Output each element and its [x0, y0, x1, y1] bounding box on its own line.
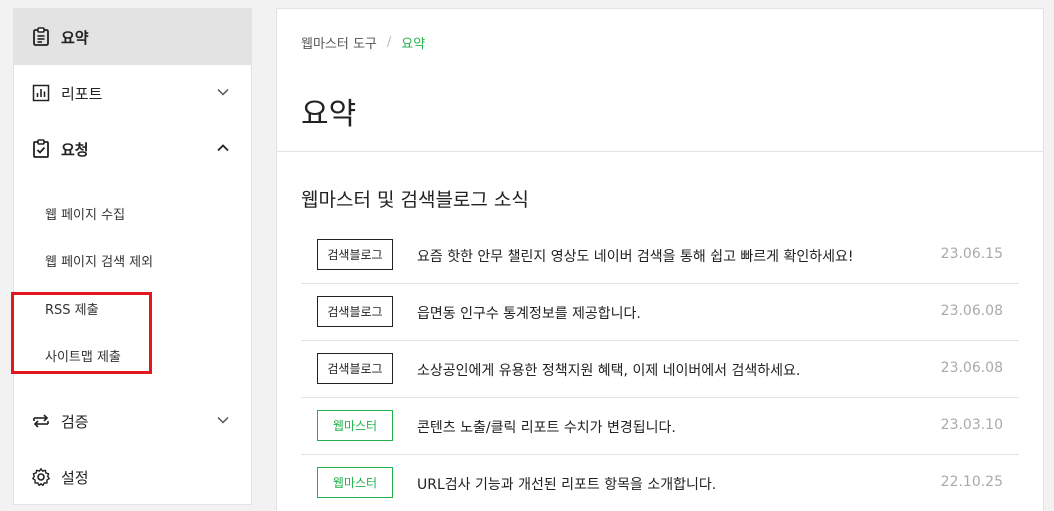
category-badge: 검색블로그 [317, 296, 393, 327]
clipboard-check-icon [31, 139, 51, 159]
sidebar-item-label: 검증 [61, 412, 89, 431]
news-title-link[interactable]: 소상공인에게 유용한 정책지원 혜택, 이제 네이버에서 검색하세요. [417, 360, 800, 380]
sidebar-item-label: 요약 [61, 28, 89, 47]
clipboard-icon [31, 27, 51, 47]
breadcrumb: 웹마스터 도구 / 요약 [301, 33, 425, 52]
news-title-link[interactable]: 콘텐츠 노출/클릭 리포트 수치가 변경됩니다. [417, 417, 676, 437]
category-badge: 웹마스터 [317, 410, 393, 441]
category-badge: 웹마스터 [317, 467, 393, 498]
sidebar-subitem-sitemap-submit[interactable]: 사이트맵 제출 [14, 332, 251, 378]
news-title-link[interactable]: 읍면동 인구수 통계정보를 제공합니다. [417, 303, 641, 323]
chevron-down-icon[interactable] [215, 84, 231, 100]
breadcrumb-separator: / [386, 35, 392, 50]
sidebar-item-request[interactable]: 요청 [14, 121, 251, 177]
divider [277, 151, 1043, 152]
section-title: 웹마스터 및 검색블로그 소식 [301, 189, 529, 211]
news-list: 검색블로그 요즘 핫한 안무 챌린지 영상도 네이버 검색을 통해 쉽고 빠르게… [301, 227, 1019, 511]
sidebar-subitem-rss-submit[interactable]: RSS 제출 [14, 285, 251, 331]
list-item[interactable]: 검색블로그 소상공인에게 유용한 정책지원 혜택, 이제 네이버에서 검색하세요… [301, 341, 1019, 398]
breadcrumb-current: 요약 [401, 37, 426, 52]
sync-arrows-icon [31, 411, 51, 431]
sidebar-item-summary[interactable]: 요약 [14, 9, 251, 65]
sidebar-item-label: 리포트 [61, 84, 103, 103]
sidebar-item-verify[interactable]: 검증 [14, 393, 251, 449]
sidebar-subitem-page-exclude[interactable]: 웹 페이지 검색 제외 [14, 237, 251, 283]
list-item[interactable]: 웹마스터 URL검사 기능과 개선된 리포트 항목을 소개합니다. 22.10.… [301, 455, 1019, 511]
gear-icon [31, 467, 51, 487]
main-content: 웹마스터 도구 / 요약 요약 웹마스터 및 검색블로그 소식 검색블로그 요즘… [276, 8, 1044, 511]
sidebar-item-label: 요청 [61, 140, 89, 159]
chevron-up-icon[interactable] [215, 140, 231, 156]
news-date: 23.06.08 [940, 303, 1003, 319]
news-date: 23.06.15 [940, 246, 1003, 262]
list-item[interactable]: 검색블로그 요즘 핫한 안무 챌린지 영상도 네이버 검색을 통해 쉽고 빠르게… [301, 227, 1019, 284]
category-badge: 검색블로그 [317, 239, 393, 270]
sidebar-subitem-page-crawl[interactable]: 웹 페이지 수집 [14, 190, 251, 236]
list-item[interactable]: 검색블로그 읍면동 인구수 통계정보를 제공합니다. 23.06.08 [301, 284, 1019, 341]
news-date: 23.06.08 [940, 360, 1003, 376]
page-title: 요약 [301, 97, 357, 132]
news-title-link[interactable]: 요즘 핫한 안무 챌린지 영상도 네이버 검색을 통해 쉽고 빠르게 확인하세요… [417, 246, 854, 266]
category-badge: 검색블로그 [317, 353, 393, 384]
chevron-down-icon[interactable] [215, 412, 231, 428]
list-item[interactable]: 웹마스터 콘텐츠 노출/클릭 리포트 수치가 변경됩니다. 23.03.10 [301, 398, 1019, 455]
sidebar: 요약 리포트 요청 웹 페이지 수집 웹 페이지 검색 제외 RSS 제출 사이… [13, 8, 252, 505]
news-date: 22.10.25 [940, 474, 1003, 490]
breadcrumb-root[interactable]: 웹마스터 도구 [301, 33, 377, 52]
news-title-link[interactable]: URL검사 기능과 개선된 리포트 항목을 소개합니다. [417, 474, 716, 494]
sidebar-item-settings[interactable]: 설정 [14, 449, 251, 505]
news-date: 23.03.10 [940, 417, 1003, 433]
bar-chart-icon [31, 83, 51, 103]
sidebar-item-report[interactable]: 리포트 [14, 65, 251, 121]
sidebar-item-label: 설정 [61, 468, 89, 487]
